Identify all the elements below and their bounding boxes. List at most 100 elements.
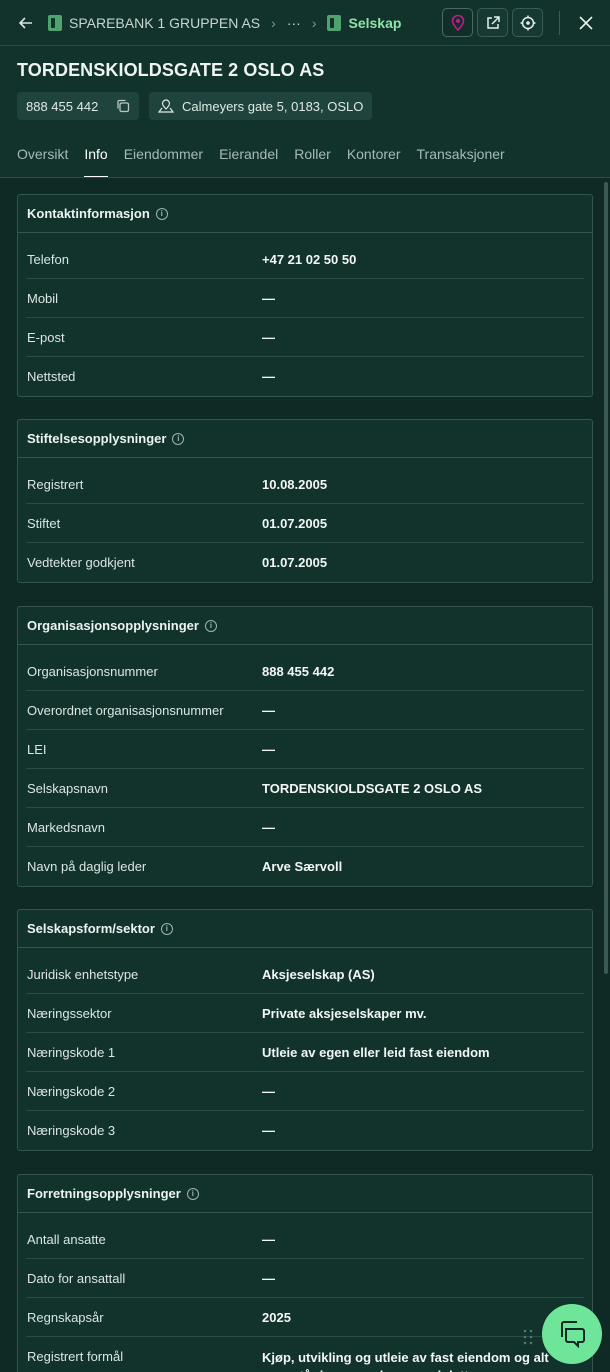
table-row: Markedsnavn —: [26, 808, 584, 847]
top-bar: SPAREBANK 1 GRUPPEN AS › ··· › Selskap: [0, 0, 610, 46]
row-label: Næringskode 2: [27, 1083, 116, 1099]
company-doc-icon: [48, 14, 62, 31]
info-icon[interactable]: i: [172, 432, 185, 445]
table-row: Vedtekter godkjent 01.07.2005: [26, 543, 584, 582]
table-row: LEI —: [26, 730, 584, 769]
breadcrumb-item-current: Selskap: [327, 14, 402, 31]
row-label: Organisasjonsnummer: [27, 663, 158, 679]
table-row: Antall ansatte —: [26, 1220, 584, 1259]
section-header: Selskapsform/sektor i: [18, 910, 592, 948]
address-chip[interactable]: Calmeyers gate 5, 0183, OSLO: [149, 92, 373, 120]
row-value: Arve Særvoll: [262, 859, 343, 874]
info-icon[interactable]: i: [204, 619, 217, 632]
drag-handle-icon[interactable]: [522, 1328, 534, 1346]
section-organisasjonsopplysninger: Organisasjonsopplysninger i Organisasjon…: [17, 606, 593, 887]
row-value: Utleie av egen eller leid fast eiendom: [262, 1044, 490, 1060]
row-label: Nettsted: [27, 369, 76, 384]
info-icon[interactable]: i: [155, 207, 168, 220]
section-selskapsform-sektor: Selskapsform/sektor i Juridisk enhetstyp…: [17, 909, 593, 1151]
row-value: —: [262, 1270, 275, 1286]
row-label: LEI: [27, 741, 47, 757]
info-icon[interactable]: i: [160, 922, 173, 935]
row-label: Selskapsnavn: [27, 780, 108, 796]
breadcrumb-item-parent[interactable]: SPAREBANK 1 GRUPPEN AS: [48, 14, 261, 31]
row-value: —: [262, 329, 275, 345]
info-content[interactable]: Kontaktinformasjon i Telefon +47 21 02 50…: [0, 178, 610, 1372]
row-value: —: [262, 1231, 275, 1247]
table-row: Dato for ansattall —: [26, 1259, 584, 1298]
row-value: 01.07.2005: [262, 515, 328, 531]
back-arrow-icon[interactable]: [14, 11, 38, 35]
copy-icon[interactable]: [116, 99, 130, 113]
chevron-right-icon: ›: [271, 14, 276, 31]
close-button[interactable]: [574, 11, 598, 35]
section-header: Kontaktinformasjon i: [18, 195, 592, 233]
info-icon[interactable]: i: [186, 1187, 199, 1200]
breadcrumb-current-label: Selskap: [348, 14, 402, 31]
row-label: Navn på daglig leder: [27, 859, 147, 874]
section-stiftelsesopplysninger: Stiftelsesopplysninger i Registrert 10.08…: [17, 419, 593, 583]
table-row: Registrert 10.08.2005: [26, 465, 584, 504]
table-row: Næringssektor Private aksjeselskaper mv.: [26, 994, 584, 1033]
row-value: —: [262, 819, 275, 835]
section-header: Stiftelsesopplysninger i: [18, 420, 592, 458]
org-number-chip[interactable]: 888 455 442: [17, 92, 140, 120]
row-value: —: [262, 1083, 275, 1099]
divider: [559, 10, 560, 35]
row-label: Markedsnavn: [27, 819, 106, 835]
locate-button[interactable]: [512, 8, 543, 37]
scrollbar[interactable]: [604, 182, 608, 974]
row-value: —: [262, 702, 275, 718]
row-value: 10.08.2005: [262, 476, 328, 492]
row-label: E-post: [27, 329, 65, 345]
breadcrumb-ellipsis[interactable]: ···: [287, 15, 301, 31]
section-title: Selskapsform/sektor: [27, 921, 155, 936]
row-label: Registrert: [27, 476, 84, 492]
row-label: Telefon: [27, 251, 69, 267]
row-value: 01.07.2005: [262, 555, 328, 570]
row-label: Registrert formål: [27, 1349, 124, 1364]
tab-eiendommer[interactable]: Eiendommer: [124, 134, 203, 178]
row-label: Stiftet: [27, 515, 61, 531]
crosshair-icon: [520, 15, 535, 30]
section-title: Organisasjonsopplysninger: [27, 618, 199, 633]
table-row: Juridisk enhetstype Aksjeselskap (AS): [26, 955, 584, 994]
section-title: Forretningsopplysninger: [27, 1186, 181, 1201]
company-header: TORDENSKIOLDSGATE 2 OSLO AS 888 455 442 …: [0, 46, 610, 178]
tab-kontorer[interactable]: Kontorer: [347, 134, 401, 178]
row-value: +47 21 02 50 50: [262, 251, 357, 267]
tab-transaksjoner[interactable]: Transaksjoner: [417, 134, 505, 178]
row-value: TORDENSKIOLDSGATE 2 OSLO AS: [262, 780, 483, 796]
address-text: Calmeyers gate 5, 0183, OSLO: [182, 98, 364, 114]
open-external-button[interactable]: [477, 8, 508, 37]
org-number: 888 455 442: [26, 98, 99, 114]
tab-oversikt[interactable]: Oversikt: [17, 134, 68, 178]
table-row: Stiftet 01.07.2005: [26, 504, 584, 543]
chat-icon: [561, 1321, 585, 1348]
row-label: Regnskapsår: [27, 1309, 104, 1325]
row-label: Mobil: [27, 290, 59, 306]
breadcrumb-parent-label: SPAREBANK 1 GRUPPEN AS: [69, 14, 261, 31]
tab-eierandel[interactable]: Eierandel: [219, 134, 278, 178]
tab-roller[interactable]: Roller: [294, 134, 331, 178]
section-forretningsopplysninger: Forretningsopplysninger i Antall ansatte…: [17, 1174, 593, 1372]
map-pin-button[interactable]: [442, 8, 473, 37]
table-row: Telefon +47 21 02 50 50: [26, 240, 584, 279]
table-row: Mobil —: [26, 279, 584, 318]
table-row: Næringskode 3 —: [26, 1111, 584, 1150]
row-value: —: [262, 369, 275, 384]
tab-info[interactable]: Info: [84, 134, 109, 178]
table-row: E-post —: [26, 318, 584, 357]
table-row: Overordnet organisasjonsnummer —: [26, 691, 584, 730]
table-row: Nettsted —: [26, 357, 584, 396]
chat-button[interactable]: [542, 1304, 602, 1364]
table-row: Næringskode 2 —: [26, 1072, 584, 1111]
row-value: 2025: [262, 1309, 291, 1325]
company-doc-icon: [327, 14, 342, 31]
row-label: Antall ansatte: [27, 1231, 106, 1247]
row-value: —: [262, 290, 275, 306]
map-pin-icon: [451, 14, 464, 31]
external-link-icon: [486, 15, 500, 29]
section-header: Organisasjonsopplysninger i: [18, 607, 592, 645]
row-label: Næringskode 1: [27, 1044, 116, 1060]
